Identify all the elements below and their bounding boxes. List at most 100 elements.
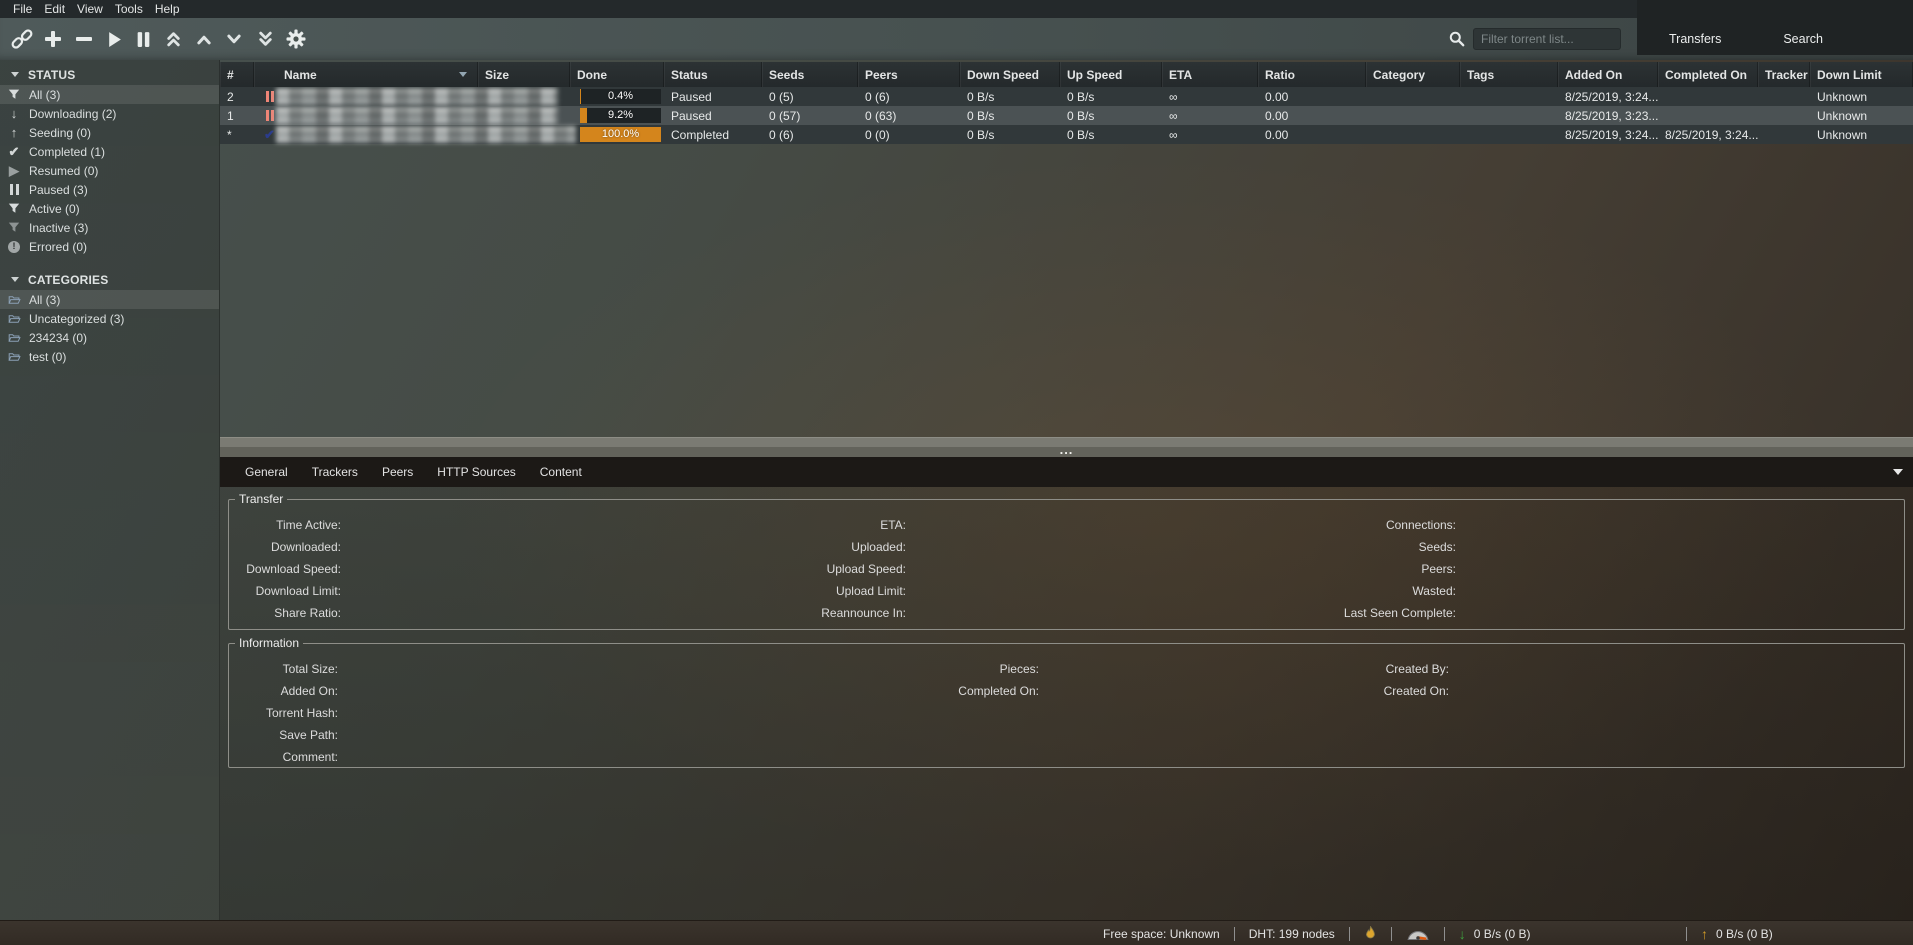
- column-header-num[interactable]: #: [220, 62, 254, 87]
- transfer-labels-left: Time Active: Downloaded: Download Speed:…: [229, 514, 341, 624]
- sidebar-item-downloading[interactable]: ↓ Downloading (2): [0, 104, 219, 123]
- column-header-added-on[interactable]: Added On: [1558, 62, 1658, 87]
- menu-file[interactable]: File: [7, 2, 38, 16]
- column-header-peers[interactable]: Peers: [858, 62, 960, 87]
- label-added-on: Added On:: [229, 680, 338, 702]
- divider: [1234, 927, 1235, 941]
- down-arrow-icon: ↓: [5, 107, 23, 120]
- menu-edit[interactable]: Edit: [38, 2, 71, 16]
- folder-icon: [5, 332, 23, 343]
- move-top-button[interactable]: [158, 24, 188, 54]
- column-header-done[interactable]: Done: [570, 62, 664, 87]
- connection-status-icon[interactable]: [1364, 926, 1377, 942]
- row-seeds: 0 (6): [762, 125, 858, 144]
- row-peers: 0 (6): [858, 87, 960, 106]
- row-number: 2: [220, 87, 254, 106]
- label-download-speed: Download Speed:: [229, 558, 341, 580]
- divider: [1444, 927, 1445, 941]
- row-done-cell: 100.0%: [570, 125, 664, 144]
- options-button[interactable]: [281, 24, 311, 54]
- sidebar-item-active[interactable]: Active (0): [0, 199, 219, 218]
- filter-area: [1449, 28, 1621, 50]
- column-header-category[interactable]: Category: [1366, 62, 1460, 87]
- resume-button[interactable]: [99, 24, 129, 54]
- label-peers: Peers:: [1234, 558, 1456, 580]
- filter-torrent-input[interactable]: [1473, 28, 1621, 50]
- sidebar-category-uncategorized[interactable]: Uncategorized (3): [0, 309, 219, 328]
- tab-transfers[interactable]: Transfers: [1669, 32, 1721, 46]
- tab-general[interactable]: General: [233, 457, 300, 487]
- plus-icon: [44, 30, 62, 48]
- column-header-name[interactable]: Name: [254, 62, 478, 87]
- label-reannounce-in: Reannounce In:: [686, 602, 906, 624]
- sidebar-category-all[interactable]: All (3): [0, 290, 219, 309]
- alt-speed-limits-icon[interactable]: [1406, 926, 1430, 941]
- tab-peers[interactable]: Peers: [370, 457, 425, 487]
- sidebar-item-errored[interactable]: ! Errored (0): [0, 237, 219, 256]
- column-header-ratio[interactable]: Ratio: [1258, 62, 1366, 87]
- chain-link-icon: [11, 28, 33, 50]
- label-download-limit: Download Limit:: [229, 580, 341, 602]
- row-done-cell: 9.2%: [570, 106, 664, 125]
- qbittorrent-webui: File Edit View Tools Help: [0, 0, 1913, 945]
- torrent-table-header: # Name Size Done Status Seeds Peers Down…: [220, 62, 1913, 87]
- add-torrent-button[interactable]: [38, 24, 68, 54]
- table-row[interactable]: 1 9.2% Paused 0 (57) 0 (63) 0 B/s 0 B/s …: [220, 106, 1913, 125]
- table-row[interactable]: 2 0.4% Paused 0 (5) 0 (6) 0 B/s 0 B/s ∞ …: [220, 87, 1913, 106]
- divider: [1349, 927, 1350, 941]
- column-header-down-limit[interactable]: Down Limit: [1810, 62, 1913, 87]
- add-torrent-link-button[interactable]: [7, 24, 37, 54]
- divider: [1391, 927, 1392, 941]
- table-row[interactable]: * ✔ 100.0% Completed 0 (6) 0 (0) 0 B/s 0…: [220, 125, 1913, 144]
- move-down-button[interactable]: [219, 24, 249, 54]
- sidebar-category-test[interactable]: test (0): [0, 347, 219, 366]
- free-space-label: Free space: Unknown: [1103, 927, 1220, 941]
- column-header-down-speed[interactable]: Down Speed: [960, 62, 1060, 87]
- sidebar-category-234234[interactable]: 234234 (0): [0, 328, 219, 347]
- sidebar-item-paused[interactable]: Paused (3): [0, 180, 219, 199]
- move-up-button[interactable]: [189, 24, 219, 54]
- menu-tools[interactable]: Tools: [109, 2, 149, 16]
- tab-http-sources[interactable]: HTTP Sources: [425, 457, 527, 487]
- sidebar-item-label: All (3): [29, 293, 60, 307]
- information-labels-left: Total Size: Added On: Torrent Hash: Save…: [229, 658, 338, 768]
- double-chevron-down-icon: [257, 31, 274, 47]
- panel-splitter[interactable]: ...: [220, 447, 1913, 457]
- status-section-header[interactable]: STATUS: [0, 64, 219, 85]
- sidebar-item-inactive[interactable]: Inactive (3): [0, 218, 219, 237]
- sidebar-item-completed[interactable]: ✔ Completed (1): [0, 142, 219, 161]
- label-seeds: Seeds:: [1234, 536, 1456, 558]
- row-down-limit: Unknown: [1810, 125, 1913, 144]
- categories-section-header[interactable]: CATEGORIES: [0, 269, 219, 290]
- row-done-cell: 0.4%: [570, 87, 664, 106]
- column-header-completed-on[interactable]: Completed On: [1658, 62, 1758, 87]
- sidebar-item-seeding[interactable]: ↑ Seeding (0): [0, 123, 219, 142]
- pause-button[interactable]: [128, 24, 158, 54]
- status-bar-upload-group: ↑ 0 B/s (0 B): [1686, 921, 1773, 945]
- delete-torrent-button[interactable]: [69, 24, 99, 54]
- sidebar-item-resumed[interactable]: ▶ Resumed (0): [0, 161, 219, 180]
- label-time-active: Time Active:: [229, 514, 341, 536]
- row-seeds: 0 (57): [762, 106, 858, 125]
- tab-content[interactable]: Content: [528, 457, 594, 487]
- sidebar-item-label: Inactive (3): [29, 221, 88, 235]
- sidebar-item-all[interactable]: All (3): [0, 85, 219, 104]
- tab-trackers[interactable]: Trackers: [300, 457, 370, 487]
- column-header-seeds[interactable]: Seeds: [762, 62, 858, 87]
- menu-help[interactable]: Help: [149, 2, 186, 16]
- column-header-tags[interactable]: Tags: [1460, 62, 1558, 87]
- sidebar-item-label: Active (0): [29, 202, 80, 216]
- move-bottom-button[interactable]: [250, 24, 280, 54]
- column-header-up-speed[interactable]: Up Speed: [1060, 62, 1162, 87]
- progress-bar: 9.2%: [580, 108, 661, 123]
- column-header-eta[interactable]: ETA: [1162, 62, 1258, 87]
- column-header-size[interactable]: Size: [478, 62, 570, 87]
- column-header-tracker[interactable]: Tracker: [1758, 62, 1810, 87]
- row-completed-on: [1658, 87, 1758, 106]
- tab-search[interactable]: Search: [1783, 32, 1823, 46]
- progress-label: 0.4%: [580, 89, 661, 104]
- sidebar-item-label: test (0): [29, 350, 66, 364]
- collapse-details-icon[interactable]: [1893, 469, 1903, 475]
- menu-view[interactable]: View: [71, 2, 109, 16]
- column-header-status[interactable]: Status: [664, 62, 762, 87]
